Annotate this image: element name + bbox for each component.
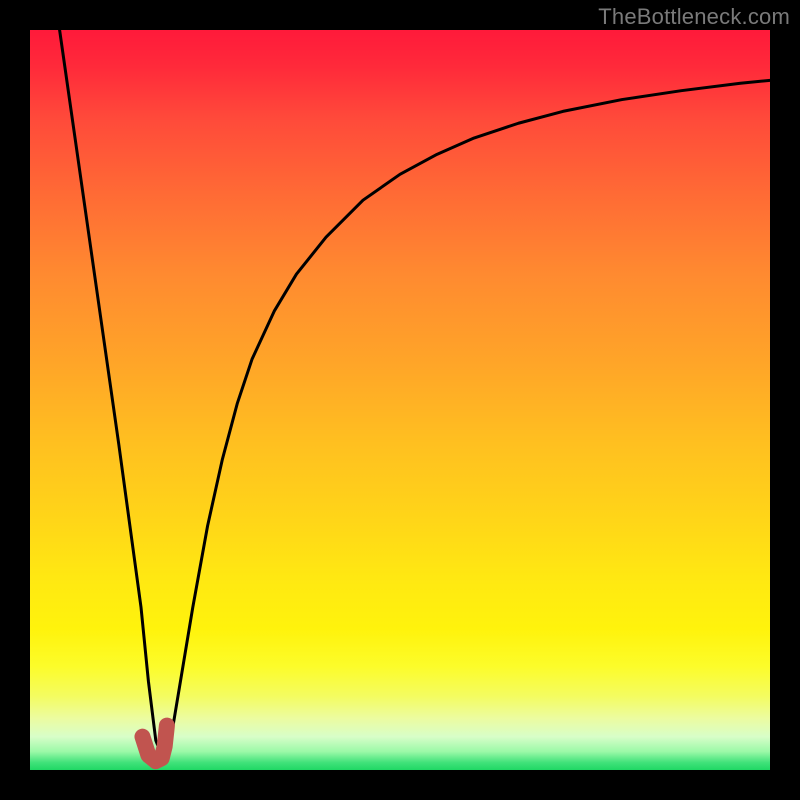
plot-area: [30, 30, 770, 770]
watermark-text: TheBottleneck.com: [598, 4, 790, 30]
curve-layer: [30, 30, 770, 770]
chart-frame: TheBottleneck.com: [0, 0, 800, 800]
bottleneck-curve: [60, 30, 770, 759]
